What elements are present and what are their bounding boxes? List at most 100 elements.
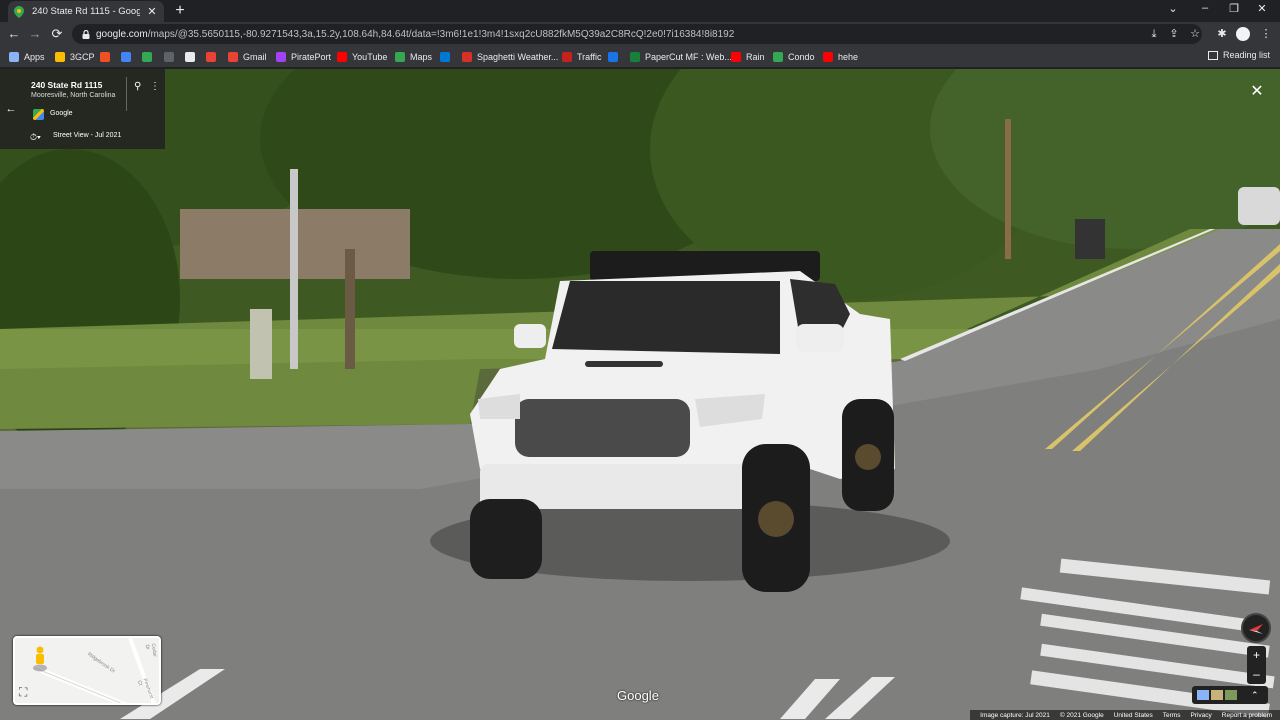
gmail-icon [228,52,238,62]
bookmark-chat[interactable] [142,50,157,64]
share-icon[interactable]: ⇪ [1166,25,1182,43]
minimize-button[interactable]: – [1195,2,1215,14]
tab-title: 240 State Rd 1115 - Google Map [32,6,140,17]
bookmark-label: 3GCP [70,52,95,62]
mini-map[interactable]: Ridgebrook Dr Pinehurst Ct Cedar Dr ⛶ [13,636,161,705]
divider [126,77,127,111]
browser-toolbar: ← → ⟳ google.com/maps/@35.5650115,-80.92… [0,22,1280,46]
forward-button[interactable]: → [27,25,43,43]
close-street-view-icon[interactable]: ✕ [1248,81,1266,101]
globe-icon [185,52,195,62]
apps-grid-icon [9,52,19,62]
bookmark-label: Rain [746,52,765,62]
chat-icon [142,52,152,62]
tab-close-icon[interactable]: ✕ [146,5,158,18]
more-options-icon[interactable]: ⋮ [150,81,160,92]
bookmark-location[interactable] [206,50,221,64]
expand-up-icon[interactable]: ⌃ [1251,690,1263,700]
address-title: 240 State Rd 1115 [31,80,103,90]
youtube-icon [823,52,833,62]
copyright: © 2021 Google [1059,711,1104,719]
location-pin-icon [206,52,216,62]
extensions-icon[interactable]: ✱ [1214,25,1230,43]
zoom-out-button[interactable]: – [1247,665,1266,684]
privacy-link[interactable]: Privacy [1190,712,1211,719]
back-arrow-icon[interactable]: ← [4,103,18,115]
google-watermark: Google [617,688,659,703]
bookmark-star-icon[interactable]: ☆ [1187,25,1203,43]
pegman-icon[interactable] [33,646,47,672]
url-host: google.com [96,28,148,40]
report-problem-link[interactable]: Report a problem [1222,712,1272,719]
url-text: google.com/maps/@35.5650115,-80.9271543,… [96,29,734,40]
youtube-icon [731,52,741,62]
bookmark-youtube[interactable]: YouTube [337,50,387,64]
region-link[interactable]: United States [1114,712,1153,719]
address-bar[interactable]: google.com/maps/@35.5650115,-80.9271543,… [72,24,1202,44]
chrome-menu-icon[interactable]: ⋮ [1258,25,1274,43]
restore-button[interactable]: ❐ [1224,2,1244,15]
attribution-footer: Image capture: Jul 2021 © 2021 Google Un… [970,710,1280,720]
bookmark-rain[interactable]: Rain [731,50,765,64]
new-tab-button[interactable]: + [172,2,188,20]
maps-icon [395,52,405,62]
bookmarks-bar: Apps 3GCP Gmail PiratePort YouTube Maps … [0,46,1280,68]
maps-icon [773,52,783,62]
bookmark-apps[interactable]: Apps [9,50,45,64]
map-thumbnail-icon[interactable] [1197,690,1209,700]
bookmark-globe[interactable] [185,50,200,64]
bookmark-hehe[interactable]: hehe [823,50,858,64]
traffic-icon [562,52,572,62]
bookmark-pirateport[interactable]: PiratePort [276,50,331,64]
pirateport-icon [276,52,286,62]
capture-icon [121,52,131,62]
reading-list-icon [1207,50,1218,60]
bookmark-traffic[interactable]: Traffic [562,50,602,64]
provider-label: Google [50,110,73,117]
street-view-panorama[interactable] [0,69,1280,720]
reading-list-label: Reading list [1222,50,1270,60]
bookmark-outlook[interactable] [440,50,455,64]
bookmark-microsoft[interactable] [100,50,115,64]
bookmark-label: Gmail [243,52,267,62]
city-subtitle: Mooresville, North Carolina [31,92,116,99]
tab-strip: 240 State Rd 1115 - Google Map ✕ + ⌄ – ❐… [0,0,1280,22]
bookmark-blank[interactable] [164,50,179,64]
layer-thumbnails[interactable]: ⌃ [1192,686,1268,704]
profile-avatar[interactable] [1236,27,1250,41]
bookmark-maps[interactable]: Maps [395,50,432,64]
zoom-in-button[interactable]: + [1247,646,1266,665]
bookmark-gmail[interactable]: Gmail [228,50,267,64]
tab-search-icon[interactable]: ⌄ [1163,2,1183,15]
bookmark-papercut[interactable]: PaperCut MF : Web... [630,50,732,64]
url-path: /maps/@35.5650115,-80.9271543,3a,15.2y,1… [147,28,735,40]
back-button[interactable]: ← [6,25,22,43]
bookmark-label: Condo [788,52,815,62]
bookmark-spaghetti-weather[interactable]: Spaghetti Weather... [462,50,558,64]
bookmark-link[interactable] [608,50,623,64]
terms-link[interactable]: Terms [1163,712,1181,719]
expand-map-icon[interactable]: ⛶ [19,685,27,700]
photo-thumbnail-icon[interactable] [1211,690,1223,700]
folder-icon [55,52,65,62]
reload-button[interactable]: ⟳ [49,25,65,43]
window-close-button[interactable]: ✕ [1252,2,1272,15]
tab-google-maps[interactable]: 240 State Rd 1115 - Google Map ✕ [8,1,164,22]
bookmark-label: Spaghetti Weather... [477,52,559,62]
install-app-icon[interactable]: ⤓ [1146,25,1162,43]
compass-icon[interactable] [1241,613,1271,643]
reading-list-button[interactable]: Reading list [1207,50,1270,60]
bookmark-condo[interactable]: Condo [773,50,815,64]
image-capture-date: Image capture: Jul 2021 [980,711,1050,719]
street-view-date[interactable]: Street View - Jul 2021 [53,132,121,139]
bookmark-3gcp[interactable]: 3GCP [55,50,95,64]
mini-map-road-label: Cedar Dr [143,643,158,658]
photo-thumbnail-icon[interactable] [1225,690,1237,700]
papercut-icon [630,52,640,62]
bookmark-label: hehe [838,52,859,62]
bookmark-label: Apps [24,52,45,62]
history-clock-icon[interactable]: ⏱▾ [30,132,41,143]
zoom-controls: + – [1247,646,1266,684]
location-pin-icon[interactable]: ⚲ [134,81,141,92]
bookmark-capture[interactable] [121,50,136,64]
